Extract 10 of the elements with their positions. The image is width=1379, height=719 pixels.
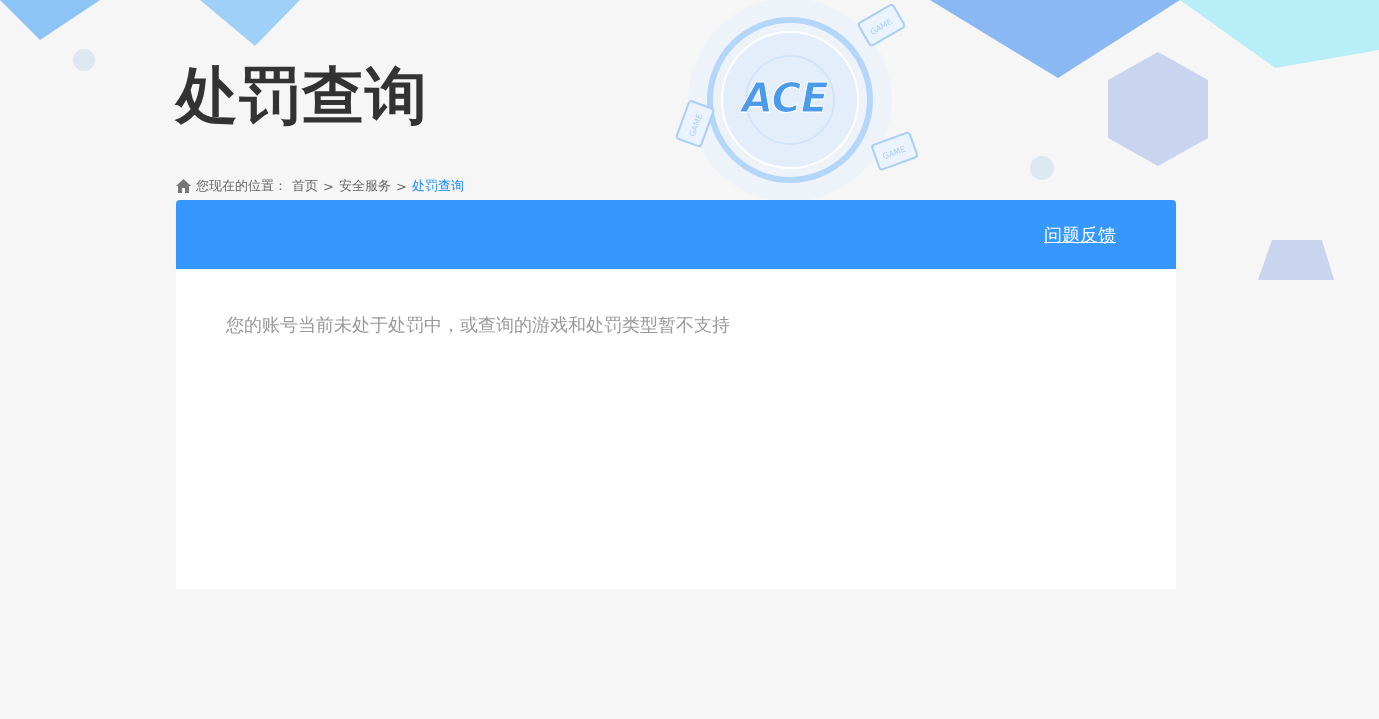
status-message: 您的账号当前未处于处罚中，或查询的游戏和处罚类型暂不支持 — [226, 313, 731, 337]
breadcrumb-link[interactable]: 处罚查询 — [411, 177, 464, 195]
feedback-link[interactable]: 问题反馈 — [1044, 222, 1116, 247]
breadcrumb-link[interactable]: 安全服务 — [338, 177, 391, 195]
home-icon — [176, 179, 191, 193]
location-label: 您现在的位置： — [196, 177, 287, 195]
breadcrumb-separator: > — [395, 178, 407, 194]
page-title: 处罚查询 — [176, 58, 428, 134]
breadcrumb-link[interactable]: 首页 — [292, 177, 318, 195]
breadcrumb-separator: > — [323, 178, 334, 194]
